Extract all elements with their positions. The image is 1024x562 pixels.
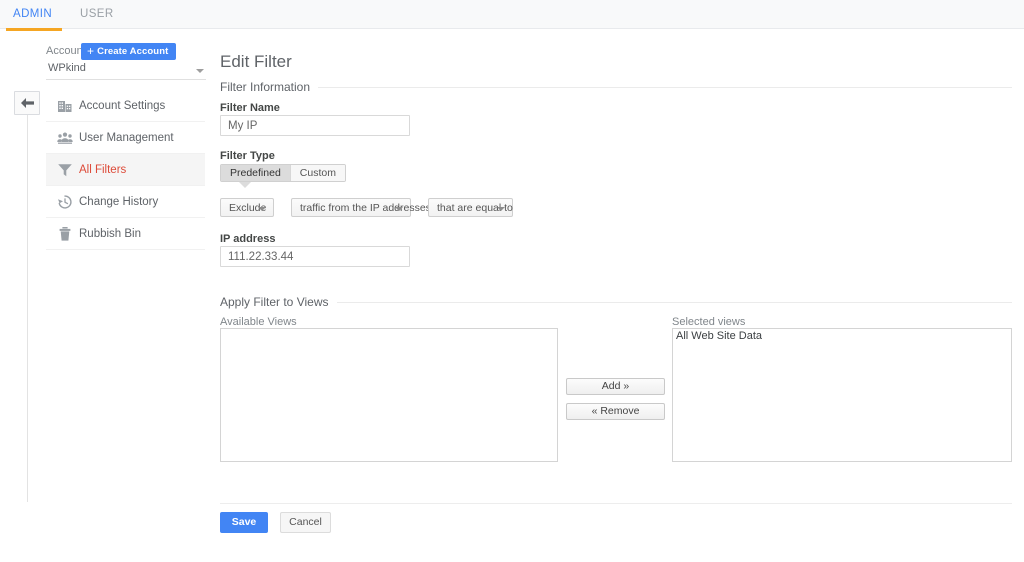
plus-icon: + — [87, 44, 95, 58]
filter-type-option-custom[interactable]: Custom — [289, 165, 345, 181]
chevron-down-icon — [395, 207, 403, 211]
filter-match-dropdown[interactable]: that are equal to — [428, 198, 513, 217]
footer-divider — [220, 503, 1012, 504]
remove-views-button[interactable]: « Remove — [566, 403, 665, 420]
section-divider — [220, 302, 1012, 303]
section-apply-filter-to-views: Apply Filter to Views — [220, 295, 1012, 309]
sidebar-item-account-settings[interactable]: Account Settings — [46, 90, 205, 122]
sidebar-item-label: All Filters — [79, 164, 127, 176]
building-icon — [57, 98, 73, 114]
active-tab-indicator — [6, 28, 62, 31]
filter-name-input[interactable]: My IP — [220, 115, 410, 136]
filter-source-value: traffic from the IP addresses — [300, 202, 431, 214]
ip-address-label: IP address — [220, 233, 276, 245]
tab-user[interactable]: USER — [80, 0, 114, 29]
section-label: Apply Filter to Views — [220, 295, 337, 309]
tab-admin[interactable]: ADMIN — [13, 0, 52, 29]
chevron-down-icon — [196, 69, 204, 73]
trash-icon — [57, 226, 73, 242]
account-selected-value: WPkind — [48, 62, 86, 74]
filter-verb-dropdown[interactable]: Exclude — [220, 198, 274, 217]
filter-type-option-predefined[interactable]: Predefined — [221, 165, 290, 181]
available-views-label: Available Views — [220, 316, 297, 328]
ip-address-input[interactable]: 111.22.33.44 — [220, 246, 410, 267]
selected-views-label: Selected views — [672, 316, 746, 328]
sidebar-item-label: Change History — [79, 196, 159, 208]
chevron-down-icon — [258, 207, 266, 211]
filter-type-toggle: Predefined Custom — [220, 164, 346, 182]
filter-source-dropdown[interactable]: traffic from the IP addresses — [291, 198, 431, 217]
create-account-button[interactable]: + Create Account — [81, 43, 177, 60]
sidebar-item-rubbish-bin[interactable]: Rubbish Bin — [46, 218, 205, 250]
chevron-down-icon — [497, 207, 505, 211]
people-icon — [57, 130, 73, 146]
sidebar-item-label: User Management — [79, 132, 174, 144]
sidebar-nav: Account Settings User Management All Fil… — [46, 90, 205, 250]
create-account-label: Create Account — [97, 46, 169, 57]
ip-address-value: 111.22.33.44 — [228, 251, 294, 263]
selected-type-pointer — [239, 182, 251, 188]
section-divider — [220, 87, 1012, 88]
sidebar-item-change-history[interactable]: Change History — [46, 186, 205, 218]
filter-name-value: My IP — [228, 120, 258, 132]
section-label: Filter Information — [220, 80, 319, 94]
sidebar-item-all-filters[interactable]: All Filters — [46, 154, 205, 186]
add-views-button[interactable]: Add » — [566, 378, 665, 395]
sidebar-item-label: Rubbish Bin — [79, 228, 142, 240]
account-selector[interactable]: WPkind — [46, 62, 206, 80]
sidebar-item-label: Account Settings — [79, 100, 166, 112]
top-tab-bar: ADMIN USER — [0, 0, 1024, 29]
filter-name-label: Filter Name — [220, 102, 280, 114]
section-filter-information: Filter Information — [220, 80, 1012, 94]
list-item[interactable]: All Web Site Data — [673, 329, 1011, 343]
page-title: Edit Filter — [220, 52, 292, 71]
selected-views-listbox[interactable]: All Web Site Data — [672, 328, 1012, 462]
sidebar-item-user-management[interactable]: User Management — [46, 122, 205, 154]
history-clock-icon — [57, 194, 73, 210]
available-views-listbox[interactable] — [220, 328, 558, 462]
funnel-icon — [57, 162, 73, 178]
account-label: Account — [46, 45, 86, 57]
cancel-button[interactable]: Cancel — [280, 512, 331, 533]
sidebar-rail-line — [27, 112, 28, 502]
back-arrow-icon — [21, 98, 34, 108]
save-button[interactable]: Save — [220, 512, 268, 533]
back-arrow-button[interactable] — [14, 91, 40, 115]
filter-type-label: Filter Type — [220, 150, 275, 162]
